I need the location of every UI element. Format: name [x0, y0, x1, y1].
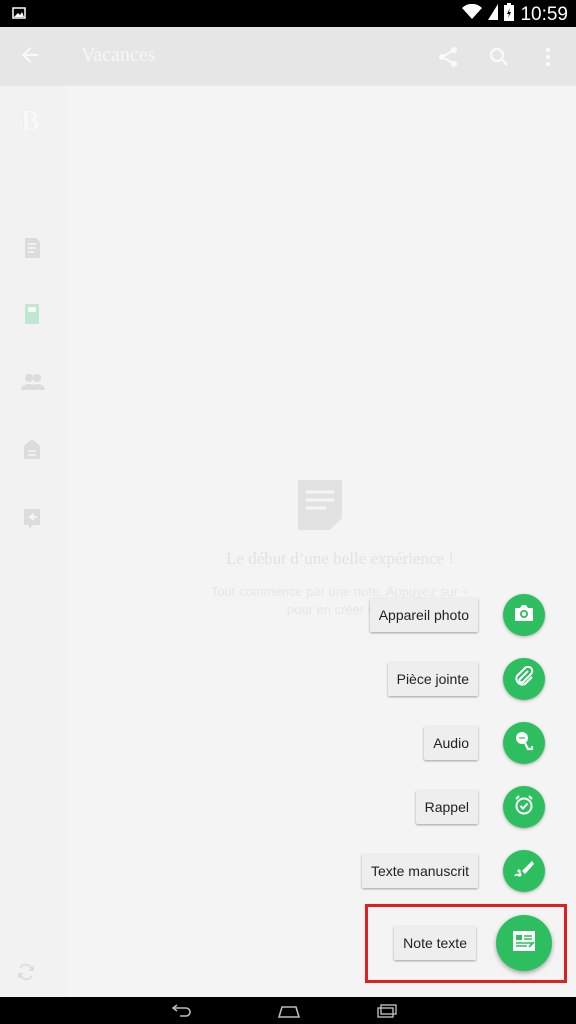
share-icon[interactable]: [436, 45, 460, 74]
wifi-icon: [462, 3, 483, 25]
menu-item-reminder[interactable]: Rappel: [415, 786, 545, 828]
microphone-icon: [513, 730, 535, 757]
back-arrow-icon[interactable]: [18, 43, 42, 72]
empty-note-icon: [296, 478, 344, 537]
handwriting-button[interactable]: [503, 850, 545, 892]
reminder-label[interactable]: Rappel: [415, 790, 478, 824]
navigation-bar: [0, 997, 576, 1024]
signal-icon: [488, 4, 499, 25]
menu-item-attachment[interactable]: Pièce jointe: [387, 658, 545, 700]
battery-icon: [504, 3, 515, 26]
highlight-box: [365, 904, 567, 983]
app-bar: Vacances: [0, 27, 576, 86]
empty-state-title: Le début d’une belle expérience !: [226, 549, 454, 568]
sync-icon[interactable]: [16, 962, 36, 987]
more-vert-icon[interactable]: [536, 45, 560, 74]
attachment-label[interactable]: Pièce jointe: [387, 662, 478, 696]
image-notification-icon: [12, 6, 26, 24]
reminder-button[interactable]: [503, 786, 545, 828]
brand-logo: B: [21, 106, 40, 137]
nav-back-icon[interactable]: [171, 1003, 192, 1022]
paperclip-icon: [513, 665, 535, 693]
page-title: Vacances: [81, 44, 156, 66]
menu-item-audio[interactable]: Audio: [424, 722, 545, 764]
status-time: 10:59: [520, 3, 568, 25]
note-icon[interactable]: [20, 236, 44, 265]
shortcut-icon[interactable]: [20, 506, 44, 535]
attachment-button[interactable]: [503, 658, 545, 700]
alarm-icon: [513, 794, 535, 821]
nav-recents-icon[interactable]: [376, 1004, 398, 1023]
camera-button[interactable]: [503, 594, 545, 636]
people-icon[interactable]: [20, 370, 46, 399]
handwriting-icon: [513, 858, 535, 885]
menu-item-camera[interactable]: Appareil photo: [369, 594, 545, 636]
notebook-icon[interactable]: [20, 302, 44, 331]
audio-label[interactable]: Audio: [424, 726, 478, 760]
nav-home-icon[interactable]: [277, 1005, 301, 1023]
search-icon[interactable]: [487, 45, 511, 74]
handwriting-label[interactable]: Texte manuscrit: [361, 854, 478, 888]
camera-icon: [513, 603, 535, 628]
sidebar-rail: B: [0, 86, 66, 997]
status-bar: 10:59: [0, 0, 576, 27]
camera-label[interactable]: Appareil photo: [369, 598, 478, 632]
menu-item-handwriting[interactable]: Texte manuscrit: [361, 850, 545, 892]
audio-button[interactable]: [503, 722, 545, 764]
tag-icon[interactable]: [20, 437, 44, 466]
